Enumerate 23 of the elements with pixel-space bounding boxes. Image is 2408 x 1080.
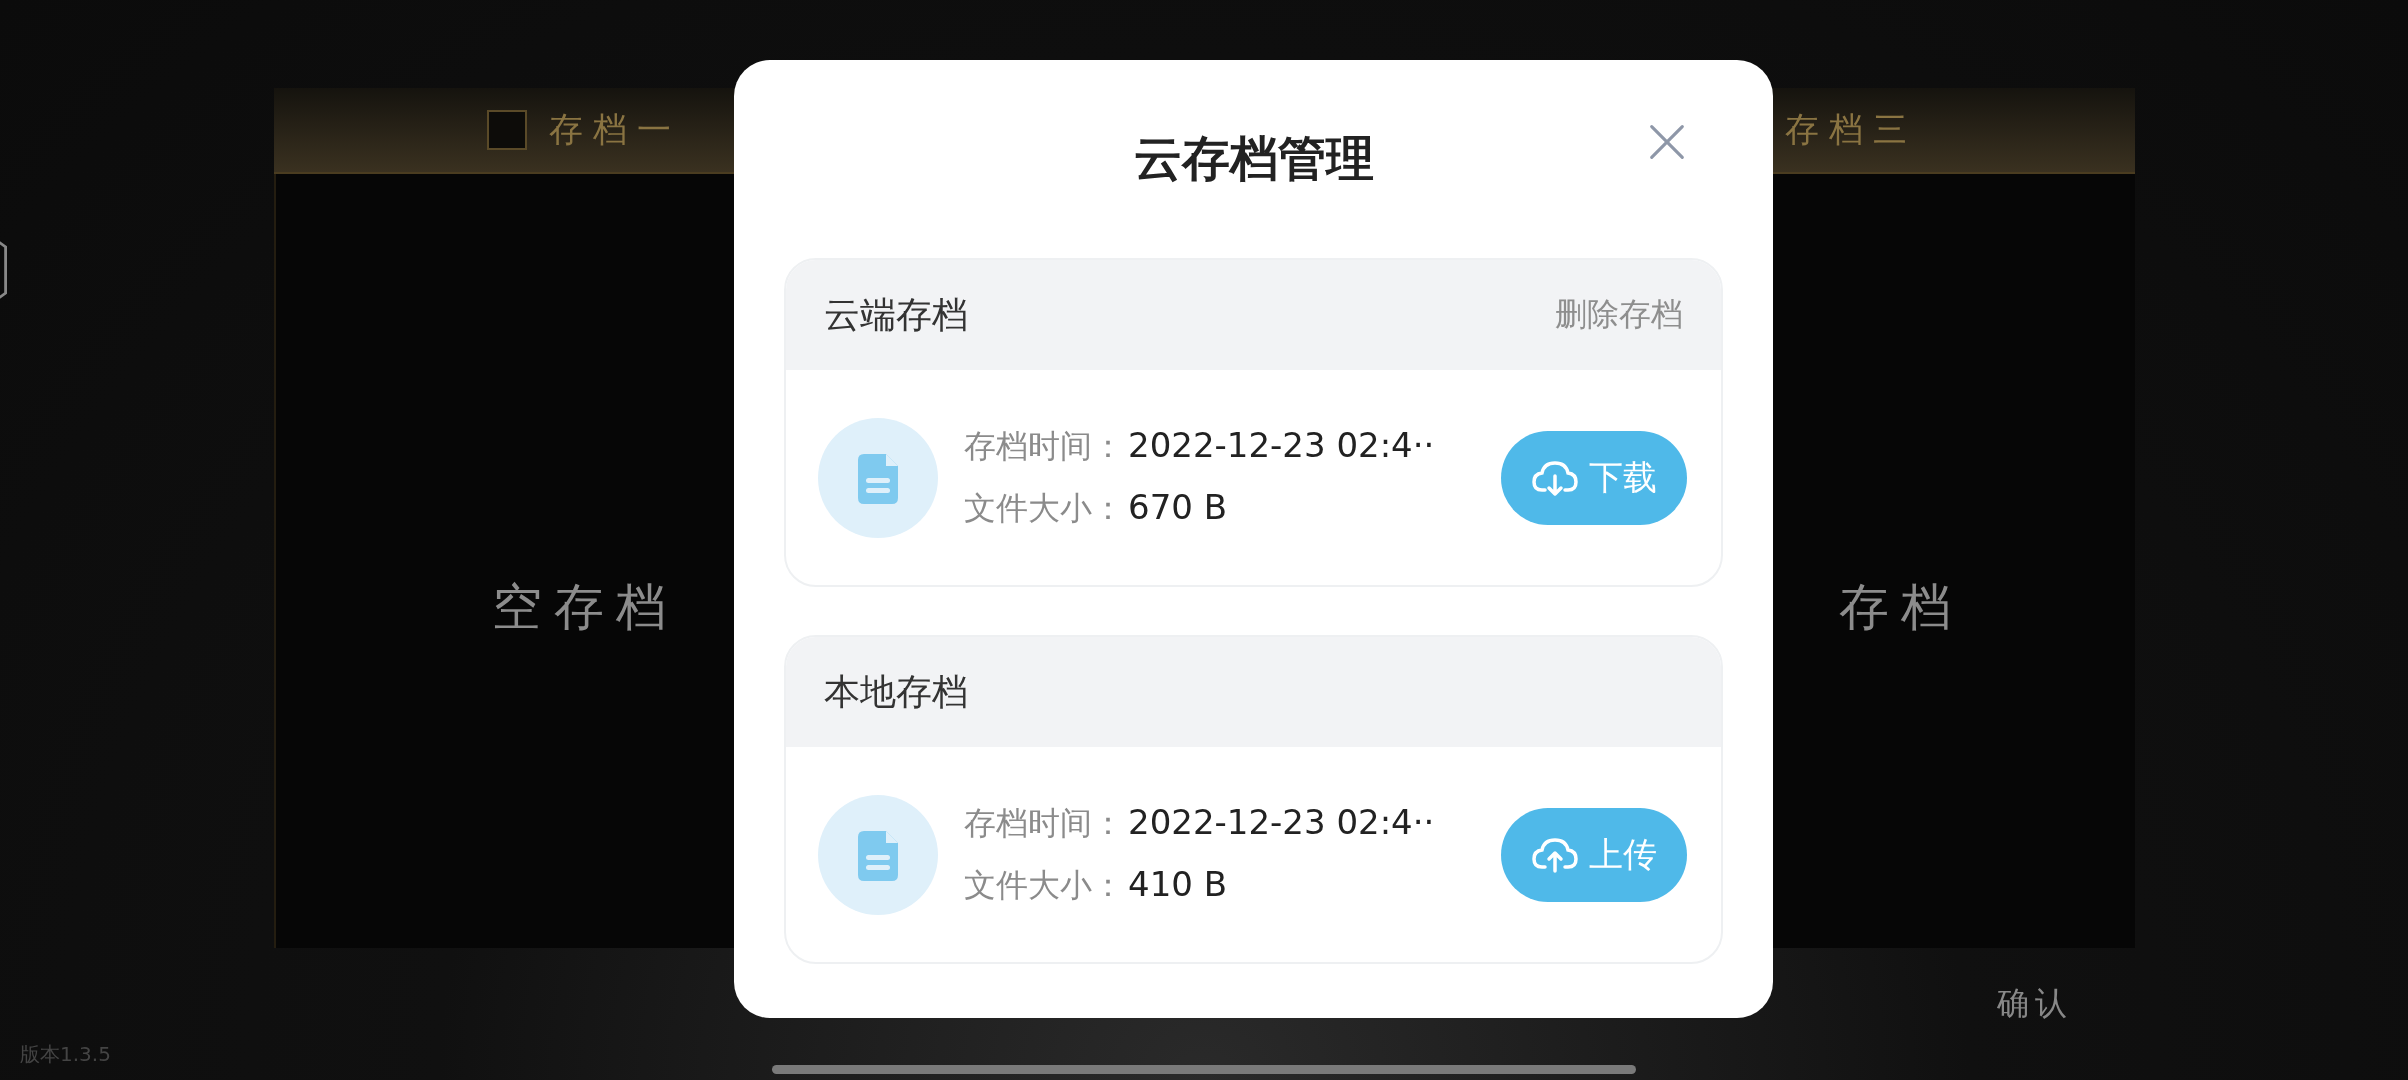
field-label: 存档时间： bbox=[964, 802, 1124, 844]
delete-link[interactable]: 删除存档 bbox=[1555, 293, 1683, 337]
field-label: 存档时间： bbox=[964, 425, 1124, 467]
section-title: 云端存档 bbox=[824, 292, 968, 337]
slot-tab-label[interactable]: 存档三 bbox=[1784, 107, 1917, 153]
slot-status: 空存档 bbox=[492, 577, 679, 634]
save-time: 2022-12-23 02:4·· bbox=[1128, 801, 1435, 842]
field-label: 文件大小： bbox=[964, 487, 1124, 529]
field-label: 文件大小： bbox=[964, 864, 1124, 906]
document-icon bbox=[818, 794, 938, 915]
document-icon bbox=[818, 417, 938, 538]
upload-button[interactable]: 上传 bbox=[1501, 807, 1687, 902]
download-button[interactable]: 下载 bbox=[1501, 430, 1687, 525]
close-icon[interactable] bbox=[1649, 124, 1685, 160]
confirm-button[interactable]: 确认 bbox=[1997, 982, 2073, 1026]
slot-tab-label[interactable]: 存档一 bbox=[549, 107, 682, 153]
slot-status: 存档 bbox=[1838, 577, 1963, 634]
dialog-title: 云存档管理 bbox=[1133, 129, 1374, 188]
section-title: 本地存档 bbox=[824, 669, 968, 714]
file-size: 670 B bbox=[1128, 486, 1228, 527]
save-time: 2022-12-23 02:4·· bbox=[1128, 424, 1435, 465]
file-size: 410 B bbox=[1128, 863, 1228, 904]
checkbox[interactable] bbox=[487, 110, 528, 150]
